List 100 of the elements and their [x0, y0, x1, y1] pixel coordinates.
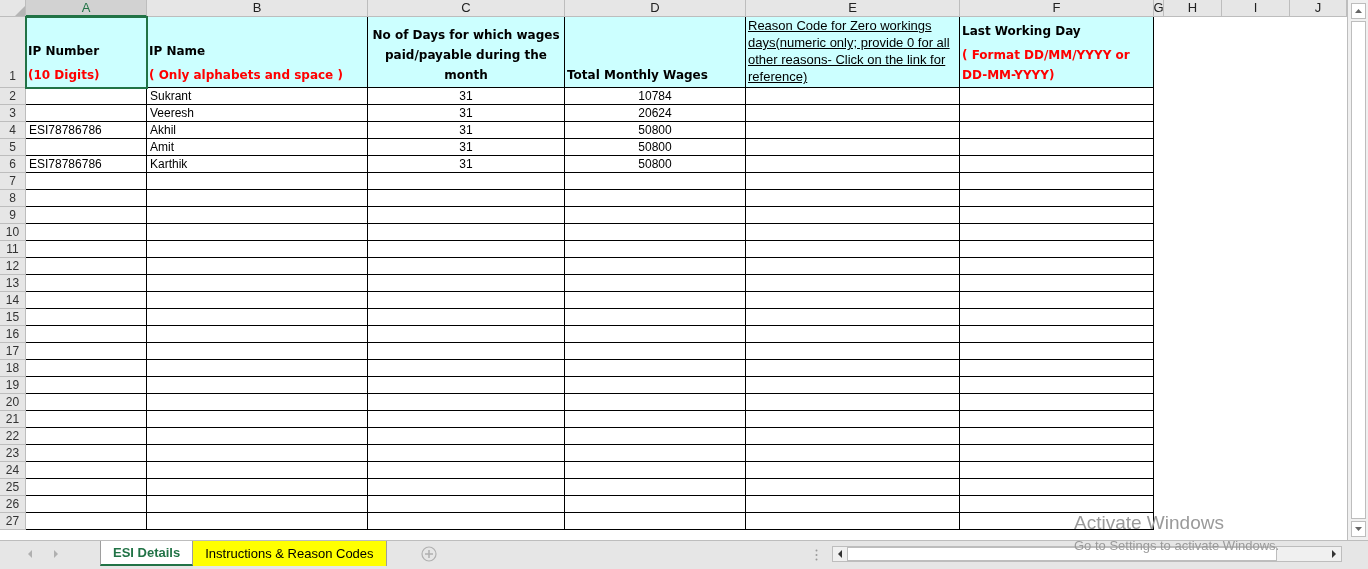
table-cell[interactable]: [26, 207, 147, 224]
table-cell[interactable]: [960, 309, 1154, 326]
row-number[interactable]: 8: [0, 190, 26, 207]
table-cell[interactable]: [565, 224, 746, 241]
table-cell[interactable]: [26, 496, 147, 513]
table-cell[interactable]: [565, 360, 746, 377]
table-cell[interactable]: [368, 258, 565, 275]
table-cell[interactable]: [368, 411, 565, 428]
table-cell[interactable]: [147, 343, 368, 360]
row-number[interactable]: 21: [0, 411, 26, 428]
table-cell[interactable]: [26, 411, 147, 428]
table-cell[interactable]: [746, 275, 960, 292]
table-cell[interactable]: [147, 360, 368, 377]
table-cell[interactable]: [746, 190, 960, 207]
table-cell[interactable]: [565, 513, 746, 530]
table-cell[interactable]: [368, 292, 565, 309]
table-cell[interactable]: [147, 377, 368, 394]
table-cell[interactable]: [147, 190, 368, 207]
table-cell[interactable]: [368, 377, 565, 394]
column-header[interactable]: J: [1290, 0, 1347, 17]
table-cell[interactable]: [26, 105, 147, 122]
table-cell[interactable]: [746, 224, 960, 241]
table-cell[interactable]: [746, 122, 960, 139]
table-cell[interactable]: [960, 428, 1154, 445]
table-cell[interactable]: [746, 428, 960, 445]
vertical-scrollbar[interactable]: [1347, 0, 1368, 540]
table-cell[interactable]: 31: [368, 88, 565, 105]
table-cell[interactable]: [565, 173, 746, 190]
table-cell[interactable]: Veeresh: [147, 105, 368, 122]
table-cell[interactable]: [368, 428, 565, 445]
table-cell[interactable]: [147, 309, 368, 326]
row-number[interactable]: 14: [0, 292, 26, 309]
table-cell[interactable]: [565, 496, 746, 513]
row-number[interactable]: 18: [0, 360, 26, 377]
table-cell[interactable]: [746, 309, 960, 326]
table-cell[interactable]: [565, 394, 746, 411]
table-cell[interactable]: [26, 241, 147, 258]
row-number[interactable]: 24: [0, 462, 26, 479]
table-cell[interactable]: [368, 241, 565, 258]
table-cell[interactable]: [960, 88, 1154, 105]
table-cell[interactable]: [565, 258, 746, 275]
table-cell[interactable]: [368, 343, 565, 360]
table-cell[interactable]: [746, 173, 960, 190]
table-cell[interactable]: [26, 275, 147, 292]
table-cell[interactable]: [26, 377, 147, 394]
table-cell[interactable]: 31: [368, 156, 565, 173]
row-number[interactable]: 22: [0, 428, 26, 445]
table-cell[interactable]: [746, 496, 960, 513]
table-cell[interactable]: [960, 105, 1154, 122]
table-cell[interactable]: [147, 292, 368, 309]
table-cell[interactable]: [960, 326, 1154, 343]
table-cell[interactable]: [26, 326, 147, 343]
table-cell[interactable]: [746, 343, 960, 360]
row-number[interactable]: 27: [0, 513, 26, 530]
row-number[interactable]: 9: [0, 207, 26, 224]
table-cell[interactable]: [746, 462, 960, 479]
table-cell[interactable]: [147, 173, 368, 190]
table-cell[interactable]: [746, 207, 960, 224]
table-cell[interactable]: [26, 309, 147, 326]
table-cell[interactable]: [368, 462, 565, 479]
table-cell[interactable]: [565, 326, 746, 343]
table-cell[interactable]: [368, 309, 565, 326]
table-cell[interactable]: Karthik: [147, 156, 368, 173]
table-cell[interactable]: [147, 394, 368, 411]
table-cell[interactable]: [565, 462, 746, 479]
table-cell[interactable]: [26, 224, 147, 241]
reason-code-link[interactable]: Reason Code for Zero workings days(numeric only; provide 0 for all other reasons- Click on the link for reference): [748, 17, 957, 85]
row-number[interactable]: 2: [0, 88, 26, 105]
table-cell[interactable]: [960, 343, 1154, 360]
table-cell[interactable]: [147, 241, 368, 258]
table-cell[interactable]: [26, 190, 147, 207]
column-header[interactable]: B: [147, 0, 368, 17]
table-cell[interactable]: [960, 122, 1154, 139]
table-cell[interactable]: [960, 156, 1154, 173]
table-cell[interactable]: [368, 224, 565, 241]
table-cell[interactable]: [565, 411, 746, 428]
table-cell[interactable]: [26, 88, 147, 105]
table-cell[interactable]: ESI78786786: [26, 156, 147, 173]
table-cell[interactable]: Akhil: [147, 122, 368, 139]
table-cell[interactable]: [746, 377, 960, 394]
row-number[interactable]: 5: [0, 139, 26, 156]
sheet-tab[interactable]: Instructions & Reason Codes: [193, 541, 387, 566]
table-cell[interactable]: [565, 479, 746, 496]
table-cell[interactable]: [26, 139, 147, 156]
table-cell[interactable]: [565, 190, 746, 207]
table-cell[interactable]: [960, 224, 1154, 241]
table-cell[interactable]: [368, 173, 565, 190]
table-cell[interactable]: [368, 275, 565, 292]
table-cell[interactable]: [746, 241, 960, 258]
row-number[interactable]: 12: [0, 258, 26, 275]
row-number[interactable]: 1: [0, 17, 26, 88]
table-cell[interactable]: [746, 479, 960, 496]
table-cell[interactable]: 31: [368, 105, 565, 122]
table-cell[interactable]: [368, 445, 565, 462]
table-cell[interactable]: [960, 258, 1154, 275]
table-cell[interactable]: [960, 377, 1154, 394]
table-cell[interactable]: [368, 394, 565, 411]
table-cell[interactable]: [565, 428, 746, 445]
split-handle-icon[interactable]: [814, 549, 818, 561]
table-cell[interactable]: [960, 207, 1154, 224]
